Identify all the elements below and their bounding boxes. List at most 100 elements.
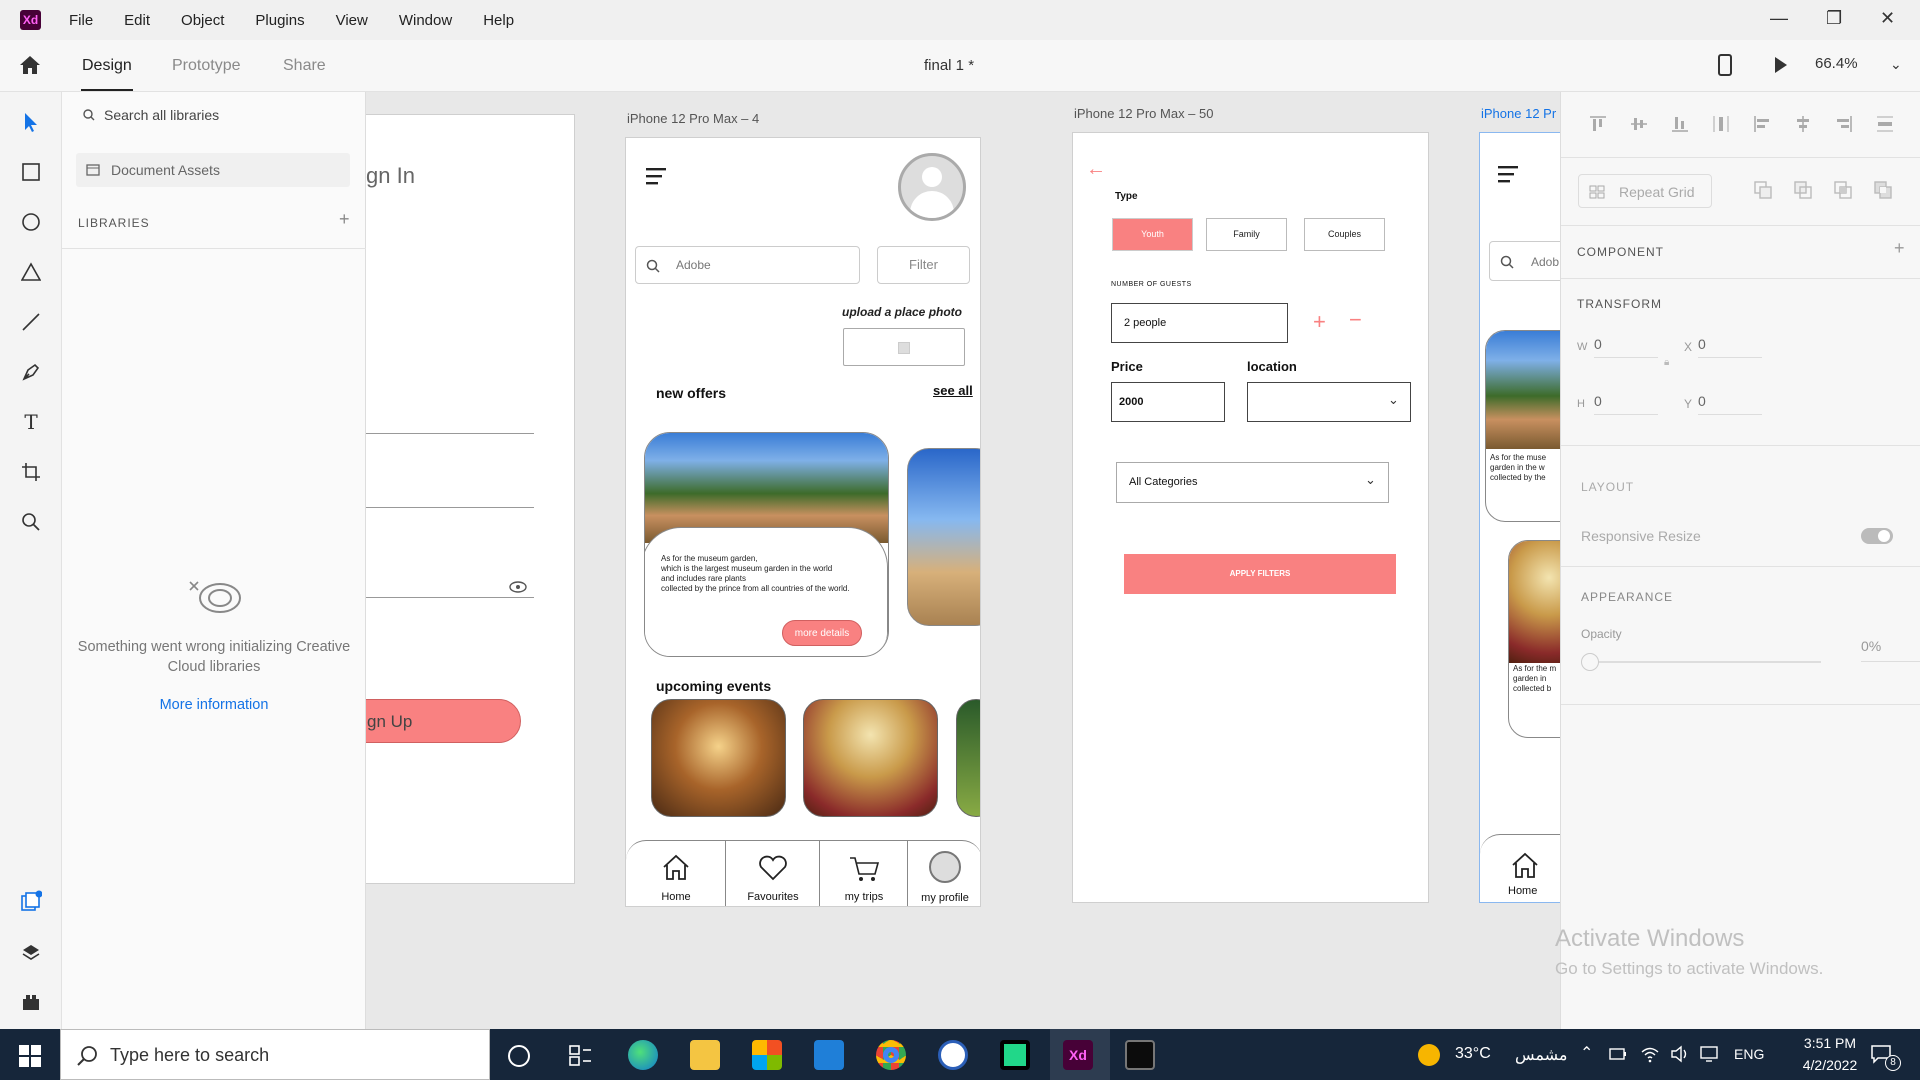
ms-store-icon[interactable] [752, 1040, 782, 1070]
increment-icon[interactable]: + [1313, 309, 1326, 335]
more-information-link[interactable]: More information [62, 697, 366, 713]
height-field[interactable]: 0 [1594, 391, 1658, 415]
temperature[interactable]: 33°C [1455, 1045, 1491, 1063]
mail-icon[interactable] [814, 1040, 844, 1070]
document-assets-item[interactable]: Document Assets [76, 153, 350, 187]
text-tool-icon[interactable]: T [19, 410, 43, 434]
type-family-button[interactable]: Family [1206, 218, 1287, 251]
taskbar-search[interactable]: Type here to search [60, 1029, 490, 1080]
more-details-button[interactable]: more details [782, 620, 862, 646]
zoom-tool-icon[interactable] [19, 510, 43, 534]
event-photo[interactable] [803, 699, 938, 817]
align-right-icon[interactable] [1834, 114, 1854, 134]
device-preview-icon[interactable] [1718, 54, 1732, 81]
event-photo[interactable] [956, 699, 980, 817]
weather-condition[interactable]: مشمس [1515, 1045, 1568, 1065]
menu-view[interactable]: View [336, 12, 368, 29]
close-icon[interactable]: ✕ [1880, 8, 1895, 29]
exclude-icon[interactable] [1873, 180, 1893, 205]
align-left-icon[interactable] [1752, 114, 1772, 134]
decrement-icon[interactable]: − [1349, 307, 1362, 333]
chrome-icon[interactable] [876, 1040, 906, 1070]
category-select[interactable]: All Categories ⌄ [1116, 462, 1389, 503]
menu-object[interactable]: Object [181, 12, 224, 29]
opacity-field[interactable]: 0% [1861, 638, 1920, 662]
select-tool-icon[interactable] [19, 110, 43, 134]
adobe-xd-taskbar-icon[interactable]: Xd [1063, 1040, 1093, 1070]
distribute-horizontal-icon[interactable] [1875, 114, 1895, 134]
offer-card[interactable]: As for the m garden in collected b [1508, 540, 1560, 738]
line-tool-icon[interactable] [19, 310, 43, 334]
opacity-slider[interactable] [1581, 652, 1821, 672]
avatar[interactable] [898, 153, 966, 221]
windows-start-icon[interactable] [19, 1045, 41, 1067]
library-search-input[interactable]: Search all libraries [104, 107, 219, 123]
align-middle-icon[interactable] [1629, 114, 1649, 134]
tab-share[interactable]: Share [283, 57, 326, 75]
word-pad-icon[interactable] [938, 1040, 968, 1070]
align-top-icon[interactable] [1588, 114, 1608, 134]
artboard-home[interactable]: Adobe Filter upload a place photo new of… [625, 137, 981, 907]
battery-icon[interactable] [1609, 1047, 1627, 1061]
clock-time[interactable]: 3:51 PM [1790, 1035, 1870, 1051]
wifi-icon[interactable] [1640, 1045, 1660, 1063]
menu-edit[interactable]: Edit [124, 12, 150, 29]
artboard-sign-in[interactable]: gn In gn Up [366, 114, 575, 884]
type-couples-button[interactable]: Couples [1304, 218, 1385, 251]
clock-date[interactable]: 4/2/2022 [1790, 1057, 1870, 1073]
design-canvas[interactable]: gn In gn Up iPhone 12 Pro Max – 4 Adobe … [366, 92, 1560, 1029]
artboard-tool-icon[interactable] [19, 460, 43, 484]
home-icon[interactable] [18, 54, 42, 81]
pycharm-icon[interactable] [1000, 1040, 1030, 1070]
artboard-title[interactable]: iPhone 12 Pro Max – 4 [627, 111, 759, 126]
volume-icon[interactable] [1670, 1045, 1690, 1063]
offer-card[interactable]: As for the muse garden in the w collecte… [1485, 330, 1560, 522]
home-icon[interactable] [1510, 851, 1540, 879]
sign-up-button[interactable]: gn Up [366, 699, 521, 743]
price-input[interactable]: 2000 [1111, 382, 1225, 422]
search-input[interactable]: Adobe [635, 246, 860, 284]
see-all-link[interactable]: see all [933, 383, 973, 398]
cortana-icon[interactable] [508, 1045, 530, 1067]
hamburger-menu-icon[interactable] [646, 167, 666, 185]
nav-favourites[interactable]: Favourites [726, 841, 820, 906]
ellipse-tool-icon[interactable] [19, 210, 43, 234]
weather-sun-icon[interactable] [1418, 1044, 1440, 1066]
tab-design[interactable]: Design [82, 57, 132, 75]
offer-card[interactable]: As for the museum garden, which is the l… [644, 432, 889, 657]
x-field[interactable]: 0 [1698, 334, 1762, 358]
menu-file[interactable]: File [69, 12, 93, 29]
zoom-level[interactable]: 66.4% [1815, 55, 1858, 72]
back-arrow-icon[interactable]: ← [1086, 158, 1106, 181]
align-center-icon[interactable] [1793, 114, 1813, 134]
library-search[interactable]: Search all libraries [76, 100, 348, 130]
libraries-panel-icon[interactable] [19, 889, 43, 913]
task-view-icon[interactable] [569, 1044, 593, 1066]
apply-filters-button[interactable]: APPLY FILTERS [1124, 554, 1396, 594]
location-select[interactable]: ⌄ [1247, 382, 1411, 422]
layers-panel-icon[interactable] [19, 940, 43, 964]
search-input[interactable]: Adob [1489, 241, 1560, 281]
tab-prototype[interactable]: Prototype [172, 57, 240, 75]
event-photo[interactable] [651, 699, 786, 817]
menu-window[interactable]: Window [399, 12, 452, 29]
terminal-icon[interactable] [1125, 1040, 1155, 1070]
lock-aspect-icon[interactable]: 🔒︎ [1664, 357, 1669, 368]
polygon-tool-icon[interactable] [19, 260, 43, 284]
plugins-panel-icon[interactable] [19, 990, 43, 1014]
edge-icon[interactable] [628, 1040, 658, 1070]
nav-trips[interactable]: my trips [820, 841, 908, 906]
play-icon[interactable] [1773, 55, 1789, 80]
artboard-filters[interactable]: ← Type Youth Family Couples NUMBER OF GU… [1072, 132, 1429, 903]
type-youth-button[interactable]: Youth [1112, 218, 1193, 251]
upload-photo-box[interactable] [843, 328, 965, 366]
pen-tool-icon[interactable] [19, 360, 43, 384]
minimize-icon[interactable]: — [1770, 8, 1788, 29]
width-field[interactable]: 0 [1594, 334, 1658, 358]
nav-profile[interactable]: my profile [908, 841, 980, 906]
intersect-icon[interactable] [1833, 180, 1853, 205]
artboard-title[interactable]: iPhone 12 Pr [1481, 106, 1556, 121]
align-bottom-icon[interactable] [1670, 114, 1690, 134]
responsive-resize-toggle[interactable] [1861, 528, 1893, 544]
input-language[interactable]: ENG [1734, 1046, 1764, 1062]
